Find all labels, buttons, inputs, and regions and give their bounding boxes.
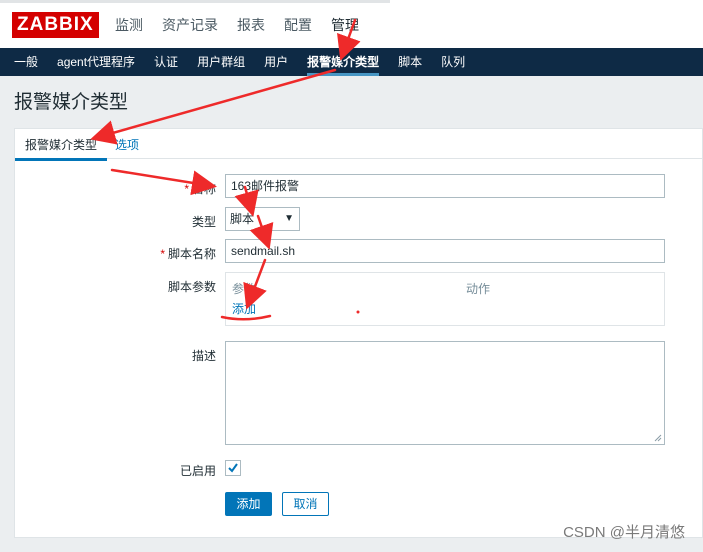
name-input[interactable]: 163邮件报警 xyxy=(225,174,665,198)
name-label: * 名称 xyxy=(184,182,216,196)
sub-nav: 一般 agent代理程序 认证 用户群组 用户 报警媒介类型 脚本 队列 xyxy=(0,48,703,76)
description-textarea[interactable] xyxy=(225,341,665,445)
enabled-label: 已启用 xyxy=(179,464,216,478)
type-label: 类型 xyxy=(191,215,216,229)
page-title: 报警媒介类型 xyxy=(14,92,129,113)
main-nav-monitoring[interactable]: 监测 xyxy=(115,14,143,36)
form-tabs: 报警媒介类型 选项 xyxy=(14,129,703,161)
tab-options[interactable]: 选项 xyxy=(115,136,139,153)
sub-nav-authentication[interactable]: 认证 xyxy=(154,48,178,76)
sub-nav-queue[interactable]: 队列 xyxy=(441,48,465,76)
required-mark: * xyxy=(184,182,189,196)
tab-media-type[interactable]: 报警媒介类型 xyxy=(14,136,108,161)
main-nav-administration[interactable]: 管理 xyxy=(331,14,359,36)
params-col-action: 动作 xyxy=(466,282,491,296)
add-param-link[interactable]: 添加 xyxy=(232,300,256,317)
type-select-value: 脚本 xyxy=(230,212,255,226)
script-name-label: * 脚本名称 xyxy=(160,247,216,261)
sub-nav-user-groups[interactable]: 用户群组 xyxy=(197,48,245,76)
watermark: CSDN @半月清悠 xyxy=(563,524,685,541)
main-nav-inventory[interactable]: 资产记录 xyxy=(162,14,218,36)
type-select[interactable]: 脚本 ▼ xyxy=(225,207,300,231)
sub-nav-scripts[interactable]: 脚本 xyxy=(398,48,422,76)
script-params-table xyxy=(225,272,665,326)
description-label: 描述 xyxy=(191,349,216,363)
browser-tab-strip xyxy=(0,0,703,4)
top-bar: ZABBIX 监测 资产记录 报表 配置 管理 xyxy=(0,0,703,48)
resize-handle-icon[interactable] xyxy=(654,434,662,442)
sub-nav-general[interactable]: 一般 xyxy=(14,48,38,76)
required-mark: * xyxy=(160,247,165,261)
script-params-label: 脚本参数 xyxy=(167,280,216,294)
sub-nav-users[interactable]: 用户 xyxy=(264,48,288,76)
params-col-param: 参数 xyxy=(232,282,257,296)
main-nav-configuration[interactable]: 配置 xyxy=(284,14,312,36)
cancel-button[interactable]: 取消 xyxy=(282,492,329,516)
add-button[interactable]: 添加 xyxy=(225,492,272,516)
enabled-checkbox[interactable] xyxy=(225,460,241,476)
sub-nav-media-types[interactable]: 报警媒介类型 xyxy=(307,48,380,76)
zabbix-logo[interactable]: ZABBIX xyxy=(12,12,99,38)
sub-nav-proxies[interactable]: agent代理程序 xyxy=(57,48,135,76)
checkmark-icon xyxy=(228,463,238,473)
script-name-input[interactable]: sendmail.sh xyxy=(225,239,665,263)
main-nav-reports[interactable]: 报表 xyxy=(237,14,265,36)
chevron-down-icon: ▼ xyxy=(284,213,294,224)
main-nav: 监测 资产记录 报表 配置 管理 xyxy=(115,14,378,36)
